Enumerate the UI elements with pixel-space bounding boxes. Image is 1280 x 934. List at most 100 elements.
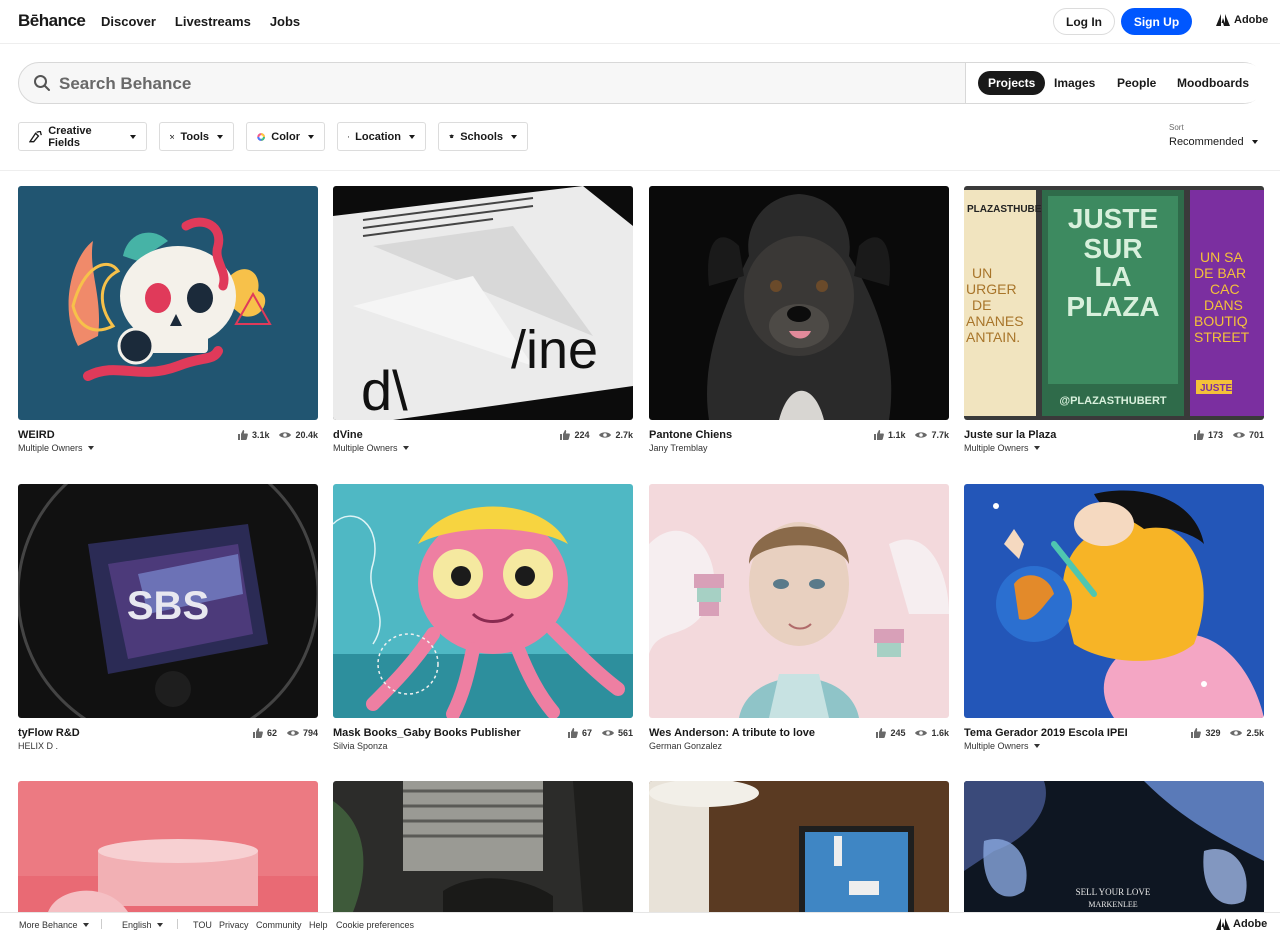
project-thumbnail[interactable]: [333, 484, 633, 718]
markenlee-text: MARKENLEE: [1088, 900, 1137, 909]
eye-icon: [279, 432, 292, 438]
project-thumbnail[interactable]: [18, 781, 318, 912]
filter-label: Color: [271, 130, 300, 143]
adobe-link[interactable]: Adobe: [1216, 14, 1268, 26]
plaza-right-line: BOUTIQ: [1194, 313, 1248, 329]
project-stats: 3.1k 20.4k: [237, 430, 318, 440]
plaza-right-line: STREET: [1194, 329, 1250, 345]
view-count: 20.4k: [295, 430, 318, 440]
scope-people[interactable]: People: [1117, 71, 1156, 95]
thumbs-up-icon: [560, 430, 571, 440]
graduation-cap-icon: [449, 134, 455, 139]
eye-icon: [915, 730, 928, 736]
footer-adobe-link[interactable]: Adobe: [1216, 918, 1267, 930]
project-title[interactable]: WEIRD: [18, 429, 55, 441]
project-owner[interactable]: Multiple Owners: [964, 443, 1040, 453]
footer-adobe-label: Adobe: [1233, 918, 1268, 930]
project-title[interactable]: dVine: [333, 429, 363, 441]
nav-discover[interactable]: Discover: [101, 14, 156, 29]
plaza-title-line: PLAZA: [1066, 291, 1159, 322]
owner-label: German Gonzalez: [649, 741, 723, 751]
footer-link-tou[interactable]: TOU: [193, 920, 212, 930]
project-owner[interactable]: Silvia Sponza: [333, 741, 388, 751]
view-count: 7.7k: [931, 430, 949, 440]
plaza-left-line: URGER: [966, 281, 1017, 297]
footer-link-help[interactable]: Help: [309, 920, 328, 930]
plaza-juste-text: JUSTE: [1200, 383, 1233, 394]
sbs-text: SBS: [127, 584, 209, 628]
project-title[interactable]: Tema Gerador 2019 Escola IPEI: [964, 727, 1128, 739]
filter-schools[interactable]: Schools: [438, 122, 528, 151]
filter-color[interactable]: Color: [246, 122, 325, 151]
color-wheel-icon: [257, 132, 265, 141]
plaza-left-line: ANTAIN.: [966, 329, 1020, 345]
project-thumbnail[interactable]: [964, 484, 1264, 718]
site-footer: More Behance English TOU Privacy Communi…: [0, 912, 1280, 934]
view-count: 701: [1248, 430, 1264, 440]
scope-moodboards[interactable]: Moodboards: [1177, 71, 1249, 95]
login-button[interactable]: Log In: [1053, 8, 1115, 35]
project-stats: 224 2.7k: [560, 430, 633, 440]
filter-tools[interactable]: Tools: [159, 122, 234, 151]
search-icon: [34, 75, 50, 91]
project-title[interactable]: Wes Anderson: A tribute to love: [649, 727, 815, 739]
sort-dropdown[interactable]: Recommended: [1169, 136, 1258, 148]
filter-label: Creative Fields: [48, 124, 92, 149]
behance-logo[interactable]: Bēhance: [18, 11, 86, 31]
signup-button[interactable]: Sign Up: [1121, 8, 1192, 35]
sort-value: Recommended: [1169, 136, 1244, 148]
project-title[interactable]: Mask Books_Gaby Books Publisher: [333, 727, 521, 739]
footer-language[interactable]: English: [122, 920, 163, 930]
scope-projects[interactable]: Projects: [978, 71, 1046, 95]
owner-label: Multiple Owners: [964, 443, 1029, 453]
project-owner[interactable]: Jany Tremblay: [649, 443, 708, 453]
filter-label: Tools: [180, 130, 209, 143]
project-thumbnail[interactable]: d\ /ine: [333, 186, 633, 420]
project-thumbnail[interactable]: SBS: [18, 484, 318, 718]
project-stats: 329 2.5k: [1191, 728, 1264, 738]
chevron-down-icon: [1251, 140, 1258, 144]
like-count: 67: [581, 728, 592, 738]
search-scope-tabs: Projects Images People Moodboards: [965, 63, 1265, 103]
filter-location[interactable]: Location: [337, 122, 426, 151]
footer-link-community[interactable]: Community: [256, 920, 302, 930]
owner-label: Silvia Sponza: [333, 741, 388, 751]
project-thumbnail[interactable]: [333, 781, 633, 912]
chevron-down-icon: [130, 134, 136, 139]
filter-creative-fields[interactable]: Creative Fields: [18, 122, 147, 151]
project-thumbnail[interactable]: [649, 781, 949, 912]
like-count: 62: [266, 728, 277, 738]
nav-jobs[interactable]: Jobs: [270, 14, 300, 29]
project-thumbnail[interactable]: [649, 186, 949, 420]
view-count: 794: [302, 728, 318, 738]
like-count: 329: [1205, 728, 1221, 738]
nav-livestreams[interactable]: Livestreams: [175, 14, 251, 29]
project-title[interactable]: tyFlow R&D: [18, 727, 80, 739]
footer-separator: [177, 919, 178, 929]
chevron-down-icon: [1033, 744, 1040, 748]
project-thumbnail[interactable]: SELL YOUR LOVE MARKENLEE: [964, 781, 1264, 912]
project-owner[interactable]: German Gonzalez: [649, 741, 722, 751]
footer-link-cookie-preferences[interactable]: Cookie preferences: [336, 920, 414, 930]
footer-link-privacy[interactable]: Privacy: [219, 920, 249, 930]
project-owner[interactable]: HELIX D .: [18, 741, 58, 751]
adobe-label: Adobe: [1234, 14, 1269, 26]
project-owner[interactable]: Multiple Owners: [18, 443, 94, 453]
project-thumbnail[interactable]: [649, 484, 949, 718]
adobe-logo-icon: [1216, 14, 1230, 26]
project-thumbnail[interactable]: PLAZASTHUBERT UN URGER DE ANANES ANTAIN.…: [964, 186, 1264, 420]
plaza-left-poster-text: PLAZASTHUBERT: [967, 204, 1055, 215]
project-title[interactable]: Juste sur la Plaza: [964, 429, 1056, 441]
sell-your-love-text: SELL YOUR LOVE: [1076, 887, 1151, 897]
project-owner[interactable]: Multiple Owners: [964, 741, 1040, 751]
search-input[interactable]: [59, 72, 939, 96]
eye-icon: [601, 730, 614, 736]
main-nav: Discover Livestreams Jobs: [101, 14, 300, 29]
plaza-handle-text: @PLAZASTHUBERT: [1059, 395, 1167, 407]
project-owner[interactable]: Multiple Owners: [333, 443, 409, 453]
like-count: 224: [574, 430, 590, 440]
project-title[interactable]: Pantone Chiens: [649, 429, 732, 441]
footer-more-behance[interactable]: More Behance: [19, 920, 89, 930]
project-thumbnail[interactable]: [18, 186, 318, 420]
scope-images[interactable]: Images: [1054, 71, 1095, 95]
